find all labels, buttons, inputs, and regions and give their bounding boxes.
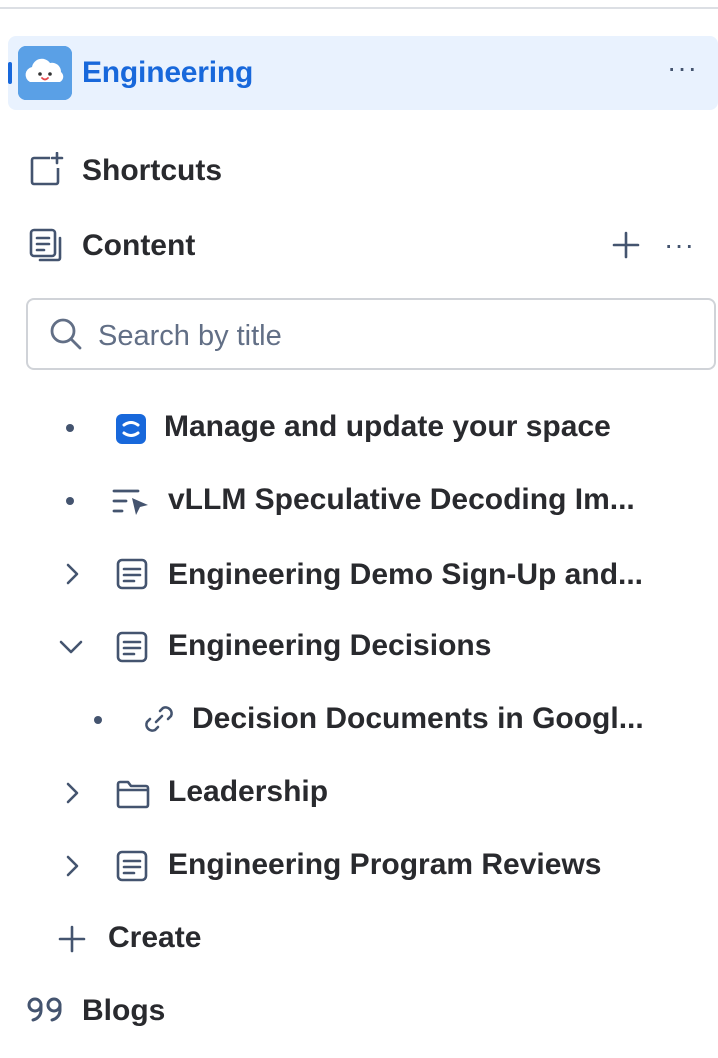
bullet-icon bbox=[94, 716, 102, 724]
create-button[interactable]: Create bbox=[0, 909, 718, 969]
add-icon[interactable] bbox=[612, 231, 640, 264]
chevron-right-icon[interactable] bbox=[62, 854, 82, 883]
chevron-right-icon[interactable] bbox=[62, 562, 82, 591]
tree-item-label: Leadership bbox=[168, 775, 329, 808]
bullet-icon bbox=[66, 497, 74, 505]
space-more-button[interactable]: ··· bbox=[667, 52, 698, 84]
content-pages-icon bbox=[28, 227, 64, 268]
live-doc-icon bbox=[112, 485, 152, 524]
link-icon bbox=[142, 702, 176, 741]
tree-item-label: vLLM Speculative Decoding Im... bbox=[168, 483, 635, 516]
nav-item-blogs[interactable]: Blogs bbox=[0, 982, 718, 1042]
tree-item[interactable]: Engineering Demo Sign-Up and... bbox=[0, 544, 718, 604]
tree-item-label: Manage and update your space bbox=[164, 410, 611, 443]
space-avatar bbox=[18, 46, 72, 100]
space-title[interactable]: Engineering bbox=[82, 56, 253, 90]
sidebar: Engineering ··· Shortcuts Content ··· Se… bbox=[0, 0, 718, 1058]
quote-icon bbox=[26, 996, 66, 1031]
confluence-space-icon bbox=[116, 414, 146, 449]
page-icon bbox=[116, 850, 148, 887]
add-icon bbox=[58, 925, 86, 958]
search-input[interactable]: Search by title bbox=[26, 298, 716, 370]
shortcut-add-icon bbox=[28, 151, 64, 193]
folder-icon bbox=[116, 779, 150, 814]
create-label: Create bbox=[108, 921, 202, 954]
chevron-down-icon[interactable] bbox=[58, 637, 84, 662]
nav-item-label: Shortcuts bbox=[82, 154, 223, 187]
tree-item-label: Decision Documents in Googl... bbox=[192, 702, 644, 735]
tree-item[interactable]: Decision Documents in Googl... bbox=[0, 690, 718, 750]
chevron-right-icon[interactable] bbox=[62, 781, 82, 810]
tree-item-label: Engineering Decisions bbox=[168, 629, 492, 662]
top-divider bbox=[0, 7, 718, 9]
bullet-icon bbox=[66, 424, 74, 432]
nav-item-label: Blogs bbox=[82, 994, 166, 1027]
nav-item-label: Content bbox=[82, 229, 196, 262]
tree-item-label: Engineering Program Reviews bbox=[168, 848, 602, 881]
page-icon bbox=[116, 631, 148, 668]
tree-item-label: Engineering Demo Sign-Up and... bbox=[168, 558, 644, 591]
tree-item[interactable]: vLLM Speculative Decoding Im... bbox=[0, 471, 718, 531]
active-indicator bbox=[8, 62, 12, 84]
nav-item-shortcuts[interactable]: Shortcuts bbox=[0, 142, 718, 202]
nav-item-content[interactable]: Content ··· bbox=[0, 215, 718, 275]
tree-item[interactable]: Engineering Decisions bbox=[0, 617, 718, 677]
search-placeholder: Search by title bbox=[98, 320, 282, 352]
tree-item[interactable]: Leadership bbox=[0, 763, 718, 823]
search-icon bbox=[48, 316, 84, 357]
tree-item[interactable]: Manage and update your space bbox=[0, 398, 718, 458]
content-more-button[interactable]: ··· bbox=[664, 229, 695, 261]
tree-item[interactable]: Engineering Program Reviews bbox=[0, 836, 718, 896]
page-icon bbox=[116, 558, 148, 595]
space-header[interactable]: Engineering ··· bbox=[8, 36, 718, 110]
